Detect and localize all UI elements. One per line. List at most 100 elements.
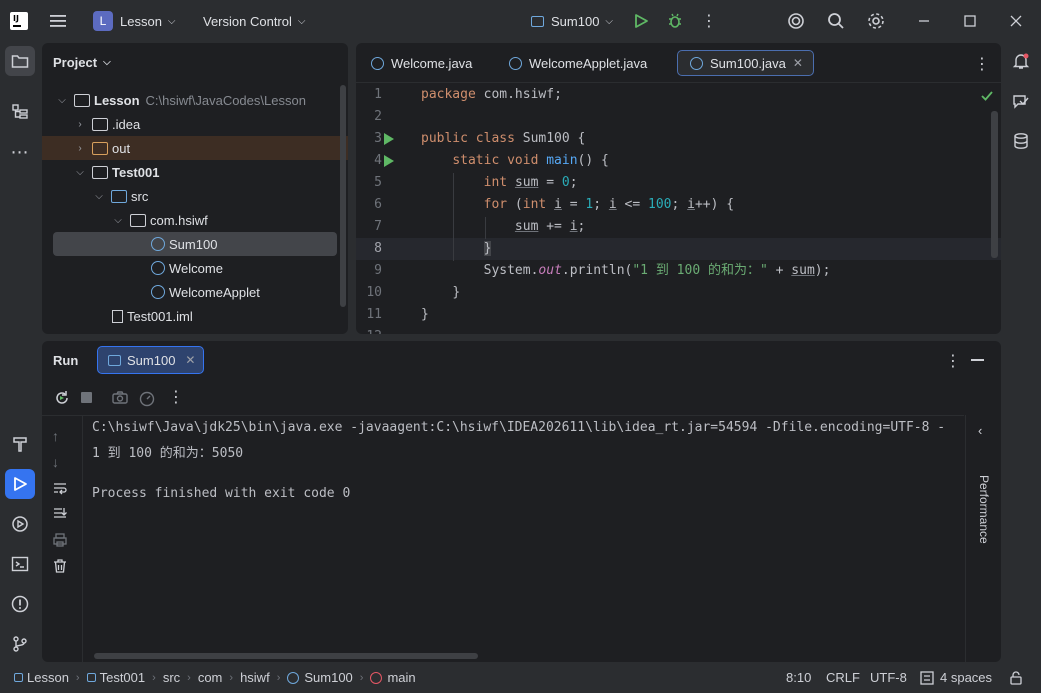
tab-sum100-java[interactable]: Sum100.java ✕: [677, 50, 814, 76]
tree-item-src[interactable]: ⌵ src: [42, 184, 348, 208]
close-icon[interactable]: ✕: [793, 56, 803, 70]
project-widget[interactable]: L Lesson ⌵: [93, 0, 176, 42]
run-gutter-icon[interactable]: [384, 155, 394, 167]
breadcrumb-item[interactable]: Test001: [100, 670, 146, 685]
breadcrumb-item[interactable]: Sum100: [304, 670, 352, 685]
structure-tool-button[interactable]: [5, 97, 35, 127]
readonly-toggle[interactable]: [1008, 662, 1024, 693]
debug-button[interactable]: [661, 7, 689, 35]
package-icon: [130, 213, 146, 227]
tree-item-iml[interactable]: Test001.iml: [42, 304, 348, 328]
close-icon[interactable]: ✕: [185, 353, 195, 367]
module-icon: [14, 673, 23, 682]
breadcrumb-item[interactable]: hsiwf: [240, 670, 270, 685]
file-encoding[interactable]: UTF-8: [870, 662, 907, 693]
tree-item-package[interactable]: ⌵ com.hsiwf: [42, 208, 348, 232]
breadcrumb-item[interactable]: com: [198, 670, 223, 685]
scroll-to-end-icon[interactable]: [52, 506, 68, 522]
tree-item-label: out: [112, 140, 131, 156]
close-window-button[interactable]: [1002, 7, 1030, 35]
terminal-tool-button[interactable]: [5, 549, 35, 579]
app-logo-icon[interactable]: IJ: [10, 0, 28, 42]
tab-label: Sum100.java: [710, 55, 786, 71]
play-icon: [14, 477, 27, 491]
run-config-selector[interactable]: Sum100 ⌵: [531, 0, 613, 42]
tree-item-idea[interactable]: › .idea: [42, 112, 348, 136]
tree-item-lesson[interactable]: ⌵ Lesson C:\hsiwf\JavaCodes\Lesson: [42, 88, 348, 112]
gear-icon: [868, 13, 884, 29]
chevron-down-icon: ⌵: [95, 190, 103, 202]
tree-item-label: Lesson: [94, 92, 140, 108]
chevron-down-icon: ⌵: [103, 57, 111, 68]
tree-item-out[interactable]: › out: [42, 136, 348, 160]
soft-wrap-icon[interactable]: [52, 480, 68, 496]
arrow-up-icon[interactable]: ↑: [52, 428, 59, 444]
line-number: 10: [366, 285, 382, 300]
folder-icon: [92, 117, 108, 131]
caret-position[interactable]: 8:10: [786, 662, 811, 693]
stop-icon[interactable]: [81, 392, 92, 403]
project-tool-button[interactable]: [5, 46, 35, 76]
code-line: }: [483, 241, 492, 256]
search-button[interactable]: [822, 7, 850, 35]
code-line: int sum = 0;: [483, 175, 578, 190]
notifications-button[interactable]: [1006, 46, 1036, 76]
git-tool-button[interactable]: [5, 629, 35, 659]
more-vertical-icon[interactable]: ⋮: [168, 387, 184, 407]
tree-item-welcome[interactable]: Welcome: [42, 256, 348, 280]
chevron-down-icon: ⌵: [167, 15, 176, 27]
breadcrumb-item[interactable]: main: [387, 670, 415, 685]
java-class-icon: [287, 671, 300, 684]
maximize-button[interactable]: [956, 7, 984, 35]
project-panel-header[interactable]: Project ⌵: [53, 55, 111, 70]
console-hscrollbar[interactable]: [94, 653, 478, 659]
build-tool-button[interactable]: [5, 429, 35, 459]
console-area[interactable]: ↑ ↓ C:\hsiwf\Java\jdk25\bin\java.exe -ja…: [42, 415, 964, 662]
minimize-button[interactable]: [910, 7, 938, 35]
profiler-icon[interactable]: [138, 389, 156, 407]
chevron-right-icon: ›: [276, 671, 281, 684]
tree-item-sum100[interactable]: Sum100: [53, 232, 337, 256]
settings-button[interactable]: [862, 7, 890, 35]
run-tool-button[interactable]: [5, 469, 35, 499]
tree-item-test001[interactable]: ⌵ Test001: [42, 160, 348, 184]
indent-widget[interactable]: 4 spaces: [919, 662, 992, 693]
more-actions-button[interactable]: ⋮: [695, 7, 723, 35]
more-vertical-icon[interactable]: ⋮: [974, 54, 990, 74]
print-icon[interactable]: [52, 532, 68, 548]
hide-panel-icon[interactable]: [971, 359, 984, 361]
trash-icon[interactable]: [52, 558, 68, 574]
project-scrollbar[interactable]: [340, 85, 346, 307]
hamburger-icon: [50, 15, 66, 27]
editor-scrollbar[interactable]: [991, 111, 998, 258]
code-line: public class Sum100 {: [421, 131, 586, 146]
line-separator[interactable]: CRLF: [826, 662, 860, 693]
breadcrumb-item[interactable]: src: [163, 670, 180, 685]
vcs-widget[interactable]: Version Control ⌵: [203, 0, 305, 42]
performance-tab[interactable]: Performance: [977, 475, 991, 544]
line-number: 9: [374, 263, 382, 278]
arrow-down-icon[interactable]: ↓: [52, 454, 59, 470]
ai-chat-button[interactable]: [1006, 86, 1036, 116]
run-tab-sum100[interactable]: Sum100 ✕: [97, 346, 205, 374]
services-tool-button[interactable]: [5, 509, 35, 539]
more-vertical-icon[interactable]: ⋮: [945, 351, 961, 371]
tab-welcome-java[interactable]: Welcome.java: [359, 50, 482, 76]
tree-item-label: Test001: [112, 164, 160, 180]
database-button[interactable]: [1006, 126, 1036, 156]
module-folder-icon: [92, 165, 108, 179]
run-gutter-icon[interactable]: [384, 133, 394, 145]
close-icon: [1010, 15, 1022, 27]
run-button[interactable]: [627, 7, 655, 35]
ai-assistant-button[interactable]: [782, 7, 810, 35]
more-tools-button[interactable]: ⋯: [5, 137, 35, 167]
rerun-icon[interactable]: [53, 389, 71, 407]
chevron-left-icon[interactable]: ‹: [978, 423, 982, 438]
camera-icon[interactable]: [111, 389, 129, 407]
breadcrumb-item[interactable]: Lesson: [27, 670, 69, 685]
main-menu-button[interactable]: [48, 0, 68, 42]
editor-tab-bar: Welcome.java WelcomeApplet.java Sum100.j…: [356, 43, 1001, 83]
tree-item-welcomeapplet[interactable]: WelcomeApplet: [42, 280, 348, 304]
problems-tool-button[interactable]: [5, 589, 35, 619]
tab-welcomeapplet-java[interactable]: WelcomeApplet.java: [497, 50, 657, 76]
